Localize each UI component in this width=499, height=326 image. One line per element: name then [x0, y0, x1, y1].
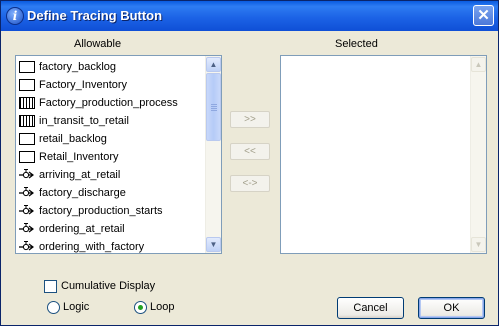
flow-icon: [19, 169, 35, 181]
arrow-down-icon: ▼: [209, 240, 218, 249]
allowable-scrollbar[interactable]: ▲ ▼: [205, 56, 221, 253]
stock-icon: [19, 151, 35, 163]
list-item-label: Factory_Inventory: [39, 79, 128, 91]
allowable-listbox[interactable]: factory_backlog Factory_Inventory Factory_…: [15, 55, 222, 254]
list-item-label: Retail_Inventory: [39, 151, 119, 163]
radio-selected-dot: [138, 305, 143, 310]
arrow-up-icon: ▲: [474, 60, 483, 69]
list-item-label: arriving_at_retail: [39, 169, 121, 181]
list-item[interactable]: factory_discharge: [19, 185, 204, 203]
list-item[interactable]: Factory_Inventory: [19, 77, 204, 95]
remove-button[interactable]: <<: [230, 143, 270, 160]
list-item[interactable]: retail_backlog: [19, 131, 204, 149]
arrow-up-icon: ▲: [209, 60, 218, 69]
dialog-window: i Define Tracing Button ✕ Allowable fact…: [0, 0, 499, 326]
list-item[interactable]: in_transit_to_retail: [19, 113, 204, 131]
conveyor-icon: [19, 97, 35, 109]
loop-radio-label: Loop: [150, 301, 175, 313]
logic-radio-label: Logic: [63, 301, 90, 313]
list-item-label: factory_discharge: [39, 187, 126, 199]
list-item[interactable]: ordering_at_retail: [19, 221, 204, 239]
stock-icon: [19, 79, 35, 91]
title-bar[interactable]: i Define Tracing Button ✕: [1, 1, 498, 31]
stock-icon: [19, 61, 35, 73]
selected-listbox[interactable]: ▲ ▼: [280, 55, 487, 254]
list-item[interactable]: factory_production_starts: [19, 203, 204, 221]
allowable-label: Allowable: [74, 38, 122, 50]
scroll-up-button[interactable]: ▲: [471, 57, 486, 72]
scroll-down-button[interactable]: ▼: [471, 237, 486, 252]
dialog-title: Define Tracing Button: [27, 8, 163, 23]
list-item[interactable]: ordering_with_factory: [19, 239, 204, 257]
logic-radio[interactable]: [47, 301, 60, 314]
conveyor-icon: [19, 115, 35, 127]
arrow-down-icon: ▼: [474, 240, 483, 249]
close-button[interactable]: ✕: [473, 5, 494, 26]
ok-button[interactable]: OK: [418, 297, 485, 319]
cumulative-display-checkbox[interactable]: [44, 280, 57, 293]
flow-icon: [19, 187, 35, 199]
info-icon: i: [6, 7, 24, 25]
scroll-thumb[interactable]: [206, 73, 221, 141]
list-item-label: in_transit_to_retail: [39, 115, 129, 127]
swap-button[interactable]: <->: [230, 175, 270, 192]
list-item[interactable]: Retail_Inventory: [19, 149, 204, 167]
add-button[interactable]: >>: [230, 111, 270, 128]
list-item[interactable]: arriving_at_retail: [19, 167, 204, 185]
list-item-label: Factory_production_process: [39, 97, 178, 109]
selected-label: Selected: [335, 38, 378, 50]
list-item-label: factory_backlog: [39, 61, 117, 73]
flow-icon: [19, 223, 35, 235]
selected-scrollbar[interactable]: ▲ ▼: [470, 56, 486, 253]
cancel-button[interactable]: Cancel: [337, 297, 404, 319]
scroll-up-button[interactable]: ▲: [206, 57, 221, 72]
scroll-down-button[interactable]: ▼: [206, 237, 221, 252]
loop-radio[interactable]: [134, 301, 147, 314]
flow-icon: [19, 205, 35, 217]
list-item-label: ordering_at_retail: [39, 223, 125, 235]
list-item-label: retail_backlog: [39, 133, 107, 145]
flow-icon: [19, 241, 35, 253]
list-item-label: ordering_with_factory: [39, 241, 145, 253]
cumulative-display-label: Cumulative Display: [61, 280, 156, 292]
stock-icon: [19, 133, 35, 145]
close-icon: ✕: [477, 7, 490, 24]
list-item[interactable]: Factory_production_process: [19, 95, 204, 113]
list-item[interactable]: factory_backlog: [19, 59, 204, 77]
list-item-label: factory_production_starts: [39, 205, 163, 217]
